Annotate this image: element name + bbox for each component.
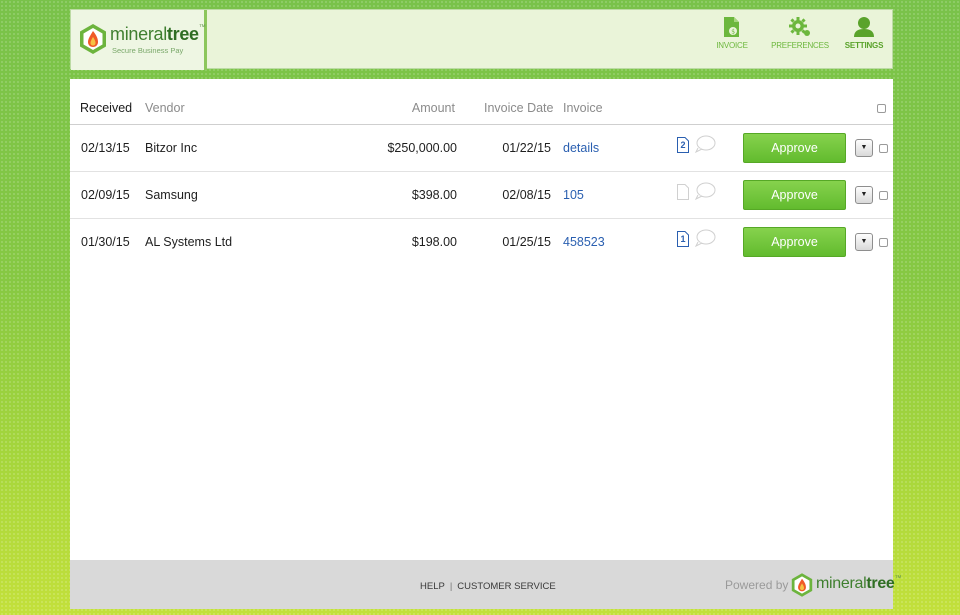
table-row: 02/13/15 Bitzor Inc $250,000.00 01/22/15… <box>70 125 893 172</box>
nav-preferences[interactable]: PREFERENCES <box>765 16 835 66</box>
header-amount[interactable]: Amount <box>412 101 455 115</box>
speech-bubble-icon[interactable] <box>694 229 716 247</box>
footer: HELP | CUSTOMER SERVICE Powered by mineral… <box>70 560 902 609</box>
invoice-table: Received Vendor Amount Invoice Date Invo… <box>70 79 893 560</box>
svg-text:$: $ <box>731 29 735 36</box>
logo[interactable]: mineraltree™ Secure Business Pay <box>71 10 207 70</box>
select-all-checkbox[interactable] <box>877 104 886 113</box>
row-vendor: AL Systems Ltd <box>145 235 233 249</box>
table-header: Received Vendor Amount Invoice Date Invo… <box>70 79 893 125</box>
attachment-indicator[interactable] <box>677 184 689 200</box>
row-checkbox[interactable] <box>879 144 888 153</box>
footer-separator: | <box>449 581 453 592</box>
row-vendor: Samsung <box>145 188 198 202</box>
footer-logo-wordmark[interactable]: mineraltree™ <box>816 575 902 593</box>
row-received: 02/09/15 <box>81 188 130 202</box>
row-checkbox[interactable] <box>879 238 888 247</box>
row-amount: $398.00 <box>411 188 457 202</box>
row-invoice-link[interactable]: 458523 <box>563 235 605 249</box>
nav-settings[interactable]: SETTINGS <box>841 16 887 66</box>
header-invoice-date[interactable]: Invoice Date <box>484 101 553 115</box>
table-row: 01/30/15 AL Systems Ltd $198.00 01/25/15… <box>70 219 893 266</box>
row-actions-dropdown[interactable]: ▼ <box>855 233 873 251</box>
footer-logo-part2: tree <box>866 575 895 592</box>
logo-word-part2: tree <box>166 24 199 44</box>
help-link[interactable]: HELP <box>420 581 445 592</box>
caret-down-icon: ▼ <box>860 238 868 245</box>
attachment-indicator[interactable]: 1 <box>677 231 689 247</box>
logo-wordmark: mineraltree™ <box>110 24 206 45</box>
row-actions-dropdown[interactable]: ▼ <box>855 139 873 157</box>
approve-button[interactable]: Approve <box>743 133 846 163</box>
row-received: 02/13/15 <box>81 141 130 155</box>
attachment-indicator[interactable]: 2 <box>677 137 689 153</box>
speech-bubble-icon[interactable] <box>694 182 716 200</box>
customer-service-link[interactable]: CUSTOMER SERVICE <box>457 581 555 592</box>
mineraltree-logo-icon <box>791 573 813 597</box>
row-amount: $250,000.00 <box>387 141 457 155</box>
attachment-count: 1 <box>680 234 686 244</box>
row-received: 01/30/15 <box>81 235 130 249</box>
caret-down-icon: ▼ <box>860 144 868 151</box>
row-amount: $198.00 <box>411 235 457 249</box>
logo-word-part1: mineral <box>110 24 167 44</box>
header-vendor[interactable]: Vendor <box>145 101 185 115</box>
top-header: mineraltree™ Secure Business Pay $ INVOI… <box>70 9 893 70</box>
gear-icon <box>789 17 810 36</box>
row-actions-dropdown[interactable]: ▼ <box>855 186 873 204</box>
speech-bubble-icon[interactable] <box>694 135 716 153</box>
attachment-count: 2 <box>680 140 686 150</box>
table-row: 02/09/15 Samsung $398.00 02/08/15 105 Ap… <box>70 172 893 219</box>
header-invoice[interactable]: Invoice <box>563 101 603 115</box>
footer-links: HELP | CUSTOMER SERVICE <box>420 581 556 592</box>
caret-down-icon: ▼ <box>860 191 868 198</box>
approve-button[interactable]: Approve <box>743 180 846 210</box>
nav-invoice-label: INVOICE <box>716 41 748 50</box>
row-invoice-date: 01/25/15 <box>502 235 551 249</box>
approve-button[interactable]: Approve <box>743 227 846 257</box>
row-checkbox[interactable] <box>879 191 888 200</box>
logo-trademark: ™ <box>198 24 206 31</box>
document-icon <box>677 184 689 200</box>
powered-by-text: Powered by <box>725 578 789 592</box>
user-icon <box>854 17 874 37</box>
nav-invoice[interactable]: $ INVOICE <box>711 16 753 66</box>
footer-logo-trademark: ™ <box>894 575 902 582</box>
row-invoice-date: 01/22/15 <box>502 141 551 155</box>
row-invoice-link[interactable]: details <box>563 141 599 155</box>
logo-tagline: Secure Business Pay <box>112 46 184 55</box>
invoice-document-icon: $ <box>724 17 739 37</box>
app-frame: mineraltree™ Secure Business Pay $ INVOI… <box>70 9 902 609</box>
row-invoice-link[interactable]: 105 <box>563 188 584 202</box>
footer-logo-part1: mineral <box>816 575 867 592</box>
mineraltree-logo-icon <box>80 24 106 54</box>
row-invoice-date: 02/08/15 <box>502 188 551 202</box>
nav-settings-label: SETTINGS <box>844 41 884 50</box>
nav-preferences-label: PREFERENCES <box>771 41 829 50</box>
header-received[interactable]: Received <box>80 101 132 115</box>
row-vendor: Bitzor Inc <box>145 141 198 155</box>
